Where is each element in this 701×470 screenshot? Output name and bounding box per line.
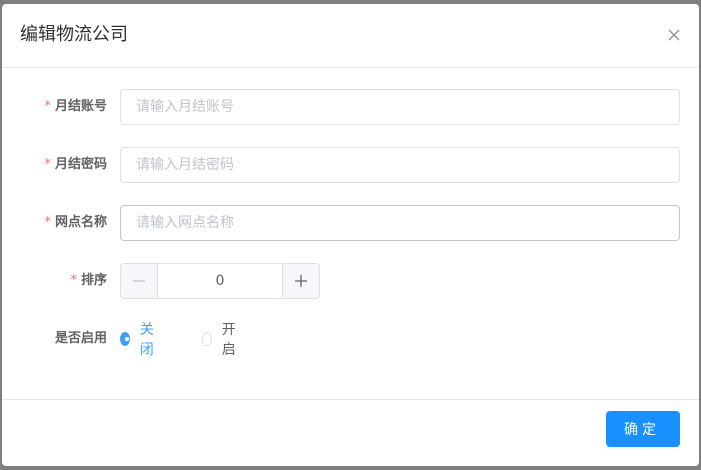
close-icon [668,29,680,41]
increment-button[interactable] [282,264,319,298]
sort-stepper: 0 [120,263,320,299]
edit-logistics-dialog: 编辑物流公司 *月结账号 *月结密码 *网点名称 *排序 [2,4,699,466]
radio-off[interactable]: 关闭 [120,319,158,359]
branch-label: * 网点名称 [44,215,107,230]
dialog-header: 编辑物流公司 [2,4,699,68]
dialog-title: 编辑物流公司 [20,24,128,45]
form-row-sort: * 排序 0 [2,263,699,299]
form-row-branch: * 网点名称 [2,205,699,241]
radio-off-label[interactable]: 关闭 [140,319,158,359]
account-input[interactable] [120,89,680,125]
plus-icon [295,275,307,287]
decrement-button[interactable] [121,264,158,298]
dialog-footer: 确定 [2,399,699,466]
minus-icon [133,280,145,282]
radio-on-label[interactable]: 开启 [222,319,240,359]
radio-off-circle[interactable] [120,332,130,346]
required-mark: * [44,215,51,230]
confirm-button[interactable]: 确定 [606,411,680,447]
radio-on[interactable]: 开启 [202,319,240,359]
account-label: * 月结账号 [44,99,107,114]
branch-input[interactable] [120,205,680,241]
close-button[interactable] [665,26,683,44]
required-mark: * [44,157,51,172]
required-mark: * [44,99,51,114]
sort-label: * 排序 [70,273,107,288]
form-row-account: * 月结账号 [2,89,699,125]
form-row-enabled: 是否启用 关闭 开启 [2,319,699,359]
sort-value[interactable]: 0 [158,264,282,298]
password-input[interactable] [120,147,680,183]
password-label: * 月结密码 [44,157,107,172]
enabled-label: 是否启用 [54,331,107,346]
required-mark: * [70,273,77,288]
radio-on-circle[interactable] [202,332,212,346]
form-row-password: * 月结密码 [2,147,699,183]
